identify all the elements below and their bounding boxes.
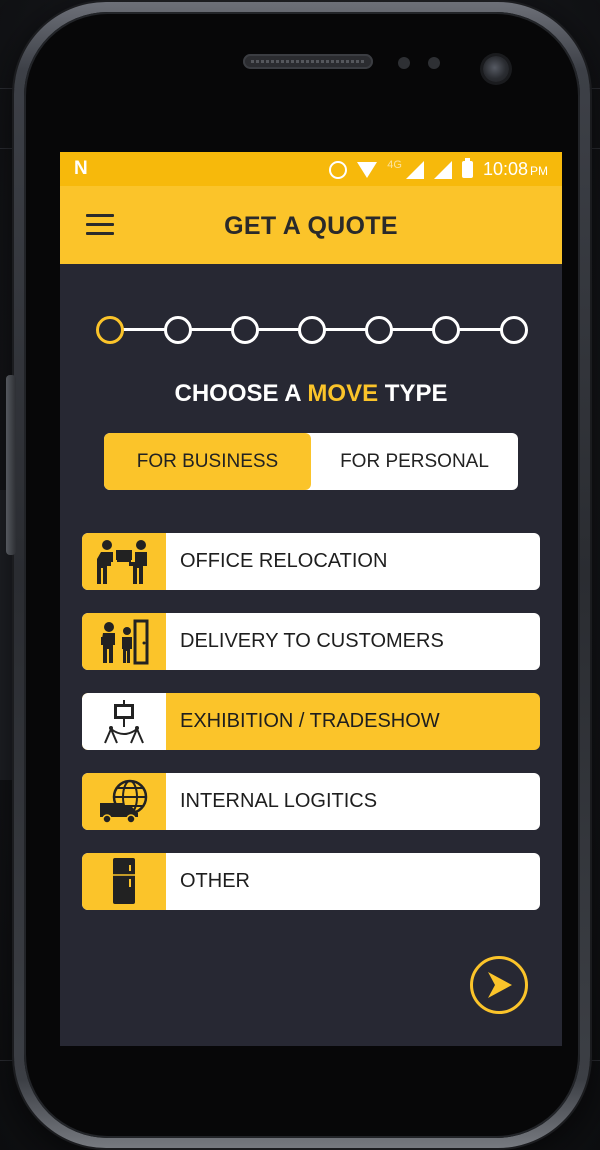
heading-prefix: CHOOSE A <box>174 380 308 407</box>
move-type-office-relocation[interactable]: OFFICE RELOCATION <box>82 533 540 590</box>
option-icon-box <box>82 533 166 590</box>
option-label: INTERNAL LOGITICS <box>180 790 378 812</box>
battery-icon <box>461 158 473 178</box>
network-type: 4G <box>387 158 402 171</box>
move-type-other[interactable]: OTHER <box>82 853 540 910</box>
globe-truck-icon <box>100 779 148 824</box>
exhibition-stand-icon <box>104 699 144 743</box>
move-category-toggle: FOR BUSINESS FOR PERSONAL <box>104 433 518 490</box>
option-icon-box <box>82 773 166 830</box>
carrier-n-icon: N <box>74 158 88 179</box>
section-heading: CHOOSE A MOVE TYPE <box>60 380 562 408</box>
progress-stepper <box>96 316 528 344</box>
status-time: 10:08 PM <box>483 159 548 180</box>
movers-carrying-box-icon <box>97 539 147 584</box>
move-type-internal-logistics[interactable]: INTERNAL LOGITICS <box>82 773 540 830</box>
step-1-indicator <box>96 316 124 344</box>
phone-speaker <box>243 54 373 69</box>
status-time-value: 10:08 <box>482 159 528 179</box>
status-icons: 4G 10:08 PM <box>329 158 548 180</box>
cabinet-icon <box>113 857 135 904</box>
toggle-for-personal[interactable]: FOR PERSONAL <box>311 433 518 490</box>
page-title: GET A QUOTE <box>224 212 398 240</box>
step-5-indicator <box>365 316 393 344</box>
step-4-indicator <box>298 316 326 344</box>
step-3-indicator <box>231 316 259 344</box>
step-7-indicator <box>500 316 528 344</box>
arrow-right-icon <box>488 972 512 998</box>
heading-suffix: TYPE <box>378 380 448 407</box>
phone-sensor <box>398 57 410 69</box>
step-6-indicator <box>432 316 460 344</box>
delivery-person-door-icon <box>101 619 149 664</box>
next-button[interactable] <box>470 956 528 1014</box>
wifi-icon <box>357 161 378 178</box>
status-time-ampm: PM <box>530 164 548 178</box>
move-type-exhibition-tradeshow[interactable]: EXHIBITION / TRADESHOW <box>82 693 540 750</box>
phone-sensor <box>428 57 440 69</box>
signal-icon <box>405 160 424 179</box>
option-icon-box <box>82 693 166 750</box>
option-label: EXHIBITION / TRADESHOW <box>180 710 440 732</box>
option-label: OFFICE RELOCATION <box>180 550 388 572</box>
option-icon-box <box>82 613 166 670</box>
app-screen: N 4G 10:08 PM GET A QUOTE CHOOSE A MOVE … <box>60 152 562 1046</box>
move-type-delivery-to-customers[interactable]: DELIVERY TO CUSTOMERS <box>82 613 540 670</box>
signal-icon <box>433 160 452 179</box>
front-camera <box>483 56 509 82</box>
toggle-for-business[interactable]: FOR BUSINESS <box>104 433 311 490</box>
option-icon-box <box>82 853 166 910</box>
option-label: DELIVERY TO CUSTOMERS <box>180 630 444 652</box>
phone-side-button <box>6 375 16 555</box>
status-bar: N 4G 10:08 PM <box>60 152 562 186</box>
app-bar: GET A QUOTE <box>60 186 562 264</box>
alarm-icon <box>329 160 348 179</box>
step-2-indicator <box>164 316 192 344</box>
option-label: OTHER <box>180 870 250 892</box>
heading-highlight: MOVE <box>307 380 379 407</box>
